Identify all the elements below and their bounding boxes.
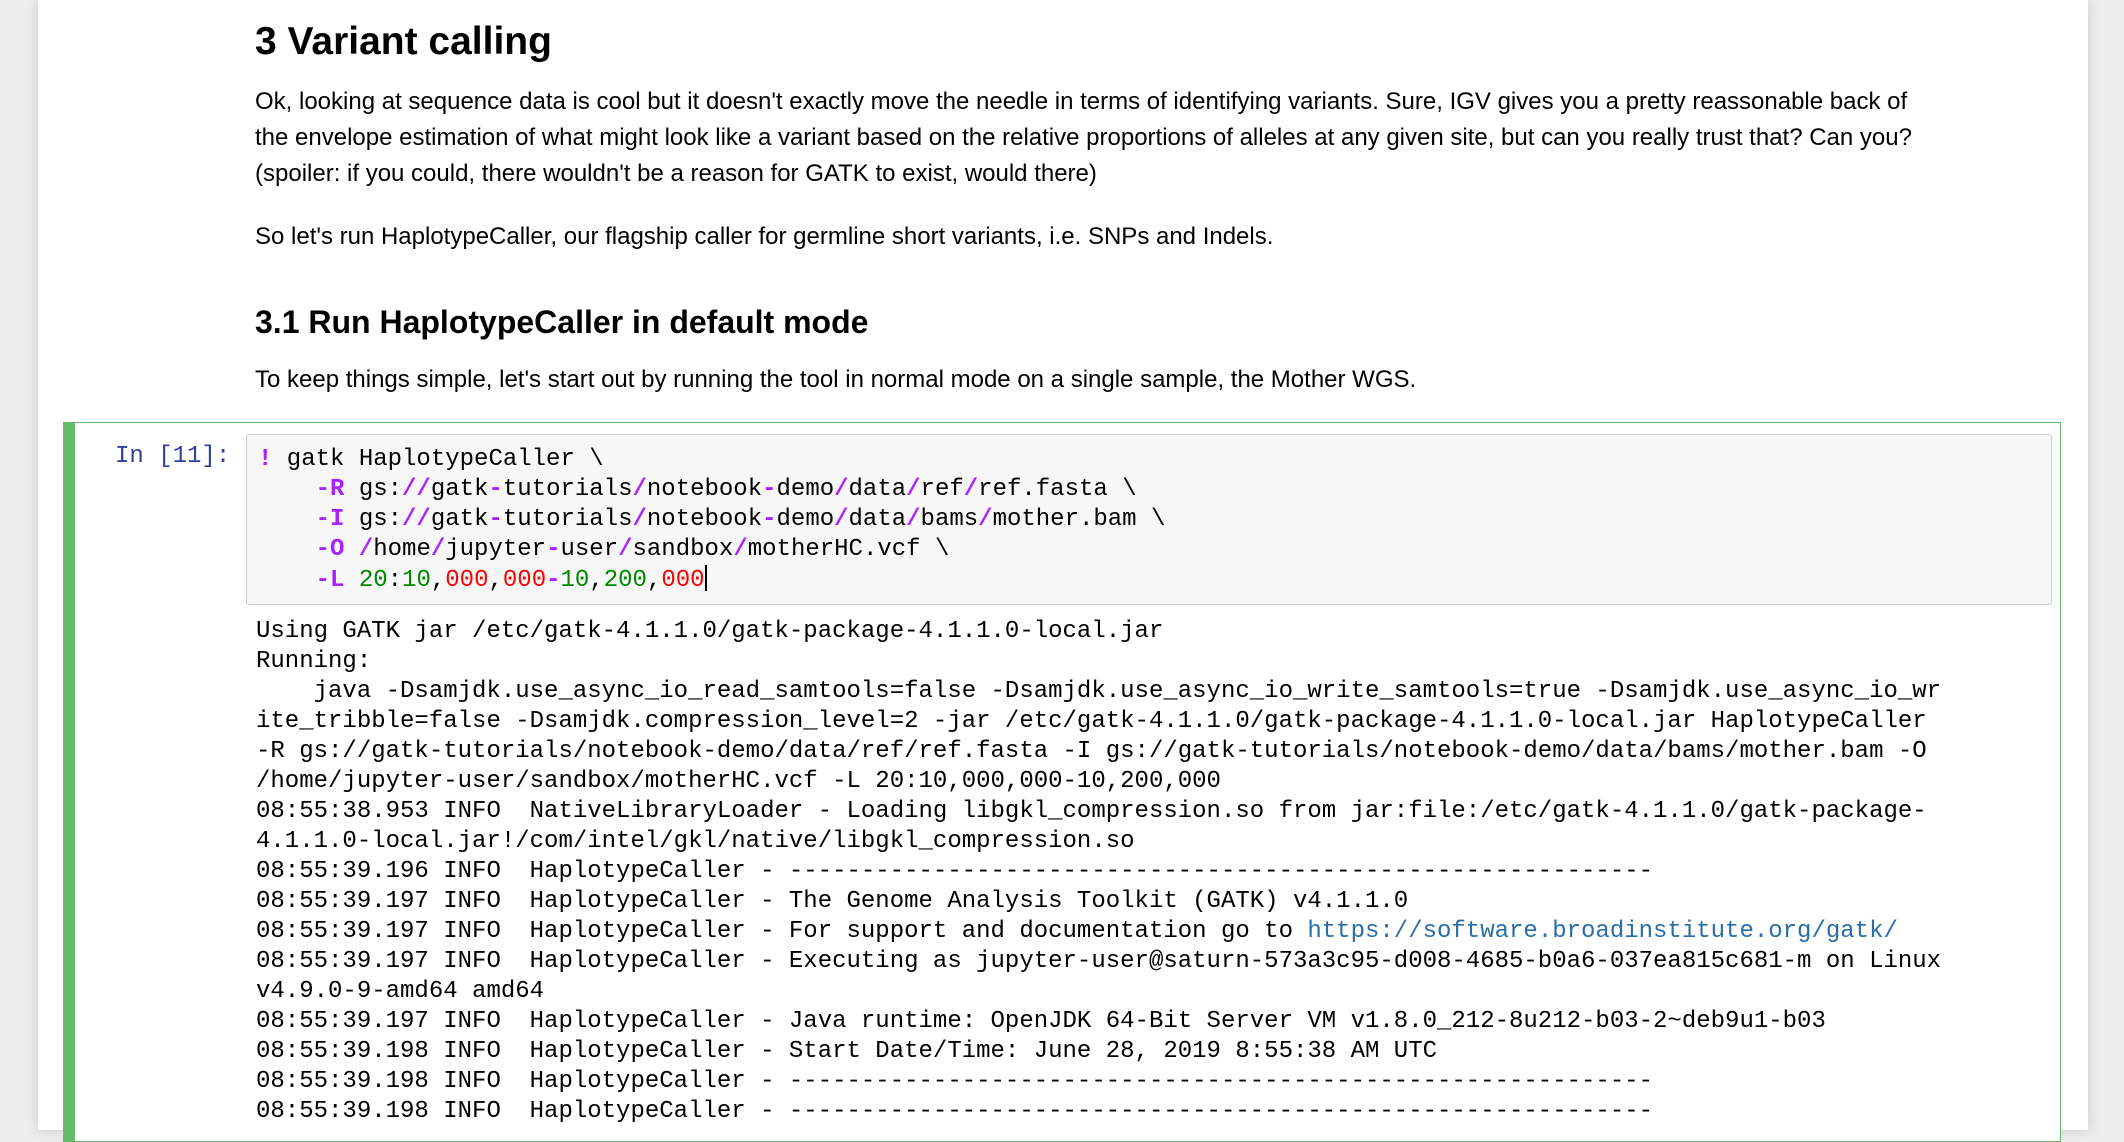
code-token: / xyxy=(430,536,446,563)
code-token: - xyxy=(488,506,503,533)
code-token: / xyxy=(733,536,748,563)
code-token: / xyxy=(834,506,849,533)
ref-path: gs://gatk-tutorials/notebook-demo/data/r… xyxy=(344,476,1137,503)
code-token: - xyxy=(762,506,777,533)
bam-path: gs://gatk-tutorials/notebook-demo/data/b… xyxy=(344,506,1166,533)
log-line: Using GATK jar /etc/gatk-4.1.1.0/gatk-pa… xyxy=(256,618,1164,645)
haplotypecaller-paragraph: So let's run HaplotypeCaller, our flagsh… xyxy=(255,223,1274,250)
interval-token: 10 xyxy=(560,567,590,594)
code-token: - xyxy=(546,536,561,563)
code-token: / xyxy=(978,506,993,533)
code-token: // xyxy=(402,476,431,503)
flag-i: -I xyxy=(315,506,345,533)
code-token: / xyxy=(906,506,921,533)
log-line: Running: xyxy=(256,648,372,675)
code-token: gs: xyxy=(344,476,403,503)
interval-token: 000 xyxy=(445,567,489,594)
log-line: 08:55:39.198 INFO HaplotypeCaller - Star… xyxy=(256,1038,1437,1065)
interval-token xyxy=(344,567,358,594)
cell-prompt: In [11]: xyxy=(115,443,231,470)
output-lines-before: Using GATK jar /etc/gatk-4.1.1.0/gatk-pa… xyxy=(256,618,1941,915)
gatk-support-link[interactable]: https://software.broadinstitute.org/gatk… xyxy=(1307,918,1898,945)
code-token: / xyxy=(906,476,921,503)
subsection-paragraph: To keep things simple, let's start out b… xyxy=(255,366,1417,393)
code-token: - xyxy=(762,476,777,503)
log-line: 08:55:39.198 INFO HaplotypeCaller - ----… xyxy=(256,1068,1654,1095)
log-line: v4.9.0-9-amd64 amd64 xyxy=(256,978,545,1005)
log-line: 08:55:39.198 INFO HaplotypeCaller - ----… xyxy=(256,1098,1654,1125)
log-line: 08:55:39.197 INFO HaplotypeCaller - Exec… xyxy=(256,948,1942,975)
code-token: notebook xyxy=(646,476,763,503)
intro-line-1: Ok, looking at sequence data is cool but… xyxy=(255,88,1908,115)
code-token: gatk xyxy=(430,506,489,533)
code-token: jupyter xyxy=(445,536,547,563)
code-token: tutorials xyxy=(502,476,633,503)
code-token: bams xyxy=(920,506,979,533)
intro-line-2: the envelope estimation of what might lo… xyxy=(255,124,1912,151)
subsection-heading: 3.1 Run HaplotypeCaller in default mode xyxy=(255,304,869,340)
code-line-1: gatk HaplotypeCaller \ xyxy=(272,446,604,473)
interval-token: 200 xyxy=(603,567,647,594)
code-token: notebook xyxy=(646,506,763,533)
code-token: ref xyxy=(920,476,964,503)
code-token: / xyxy=(632,476,647,503)
code-token: / xyxy=(358,536,374,563)
interval-token: , xyxy=(488,567,503,594)
log-line: -R gs://gatk-tutorials/notebook-demo/dat… xyxy=(256,738,1927,765)
code-token: ref.fasta \ xyxy=(978,476,1137,503)
log-line: 08:55:39.197 INFO HaplotypeCaller - Java… xyxy=(256,1008,1826,1035)
code-token: motherHC.vcf \ xyxy=(747,536,950,563)
code-editor[interactable]: ! gatk HaplotypeCaller \ -R gs://gatk-tu… xyxy=(258,445,1165,596)
code-token: demo xyxy=(776,476,835,503)
log-line: java -Dsamjdk.use_async_io_read_samtools… xyxy=(256,678,1942,705)
section-heading: 3 Variant calling xyxy=(255,20,552,63)
code-token: mother.bam \ xyxy=(992,506,1166,533)
text-cursor xyxy=(704,565,707,591)
cell-output: Using GATK jar /etc/gatk-4.1.1.0/gatk-pa… xyxy=(256,617,1941,1127)
log-line: /home/jupyter-user/sandbox/motherHC.vcf … xyxy=(256,768,1221,795)
log-line: 08:55:39.197 INFO HaplotypeCaller - The … xyxy=(256,888,1409,915)
code-token: gs: xyxy=(344,506,403,533)
interval-token: 000 xyxy=(502,567,547,594)
code-token: home xyxy=(373,536,431,563)
interval-token: 000 xyxy=(661,567,705,594)
interval-token: , xyxy=(646,567,662,594)
code-token: data xyxy=(848,476,907,503)
support-line-prefix: 08:55:39.197 INFO HaplotypeCaller - For … xyxy=(256,918,1308,945)
code-token: / xyxy=(618,536,633,563)
interval-token: , xyxy=(589,567,604,594)
output-path: /home/jupyter-user/sandbox/motherHC.vcf … xyxy=(344,536,950,563)
shell-bang: ! xyxy=(258,446,273,473)
output-lines-after: 08:55:39.197 INFO HaplotypeCaller - Exec… xyxy=(256,948,1941,1125)
flag-o: -O xyxy=(315,536,345,563)
code-token: / xyxy=(834,476,849,503)
code-token: demo xyxy=(776,506,835,533)
interval-value: 20:10,000,000-10,200,000 xyxy=(344,567,705,594)
log-line: 08:55:39.196 INFO HaplotypeCaller - ----… xyxy=(256,858,1654,885)
code-token: sandbox xyxy=(632,536,734,563)
log-line: 4.1.1.0-local.jar!/com/intel/gkl/native/… xyxy=(256,828,1135,855)
code-token: / xyxy=(632,506,647,533)
code-token: // xyxy=(402,506,431,533)
code-token: data xyxy=(848,506,907,533)
flag-r: -R xyxy=(315,476,345,503)
code-token: gatk xyxy=(430,476,489,503)
flag-l: -L xyxy=(315,567,345,594)
interval-token: , xyxy=(430,567,446,594)
code-token: - xyxy=(488,476,503,503)
log-line: 08:55:38.953 INFO NativeLibraryLoader - … xyxy=(256,798,1927,825)
log-line: ite_tribble=false -Dsamjdk.compression_l… xyxy=(256,708,1927,735)
code-token: / xyxy=(963,476,979,503)
intro-paragraph: Ok, looking at sequence data is cool but… xyxy=(255,84,2045,192)
interval-token: 10 xyxy=(402,567,431,594)
interval-token: - xyxy=(546,567,561,594)
code-token: user xyxy=(560,536,619,563)
interval-token: : xyxy=(387,567,403,594)
code-token: tutorials xyxy=(502,506,633,533)
interval-token: 20 xyxy=(358,567,388,594)
intro-line-3: (spoiler: if you could, there wouldn't b… xyxy=(255,160,1097,187)
